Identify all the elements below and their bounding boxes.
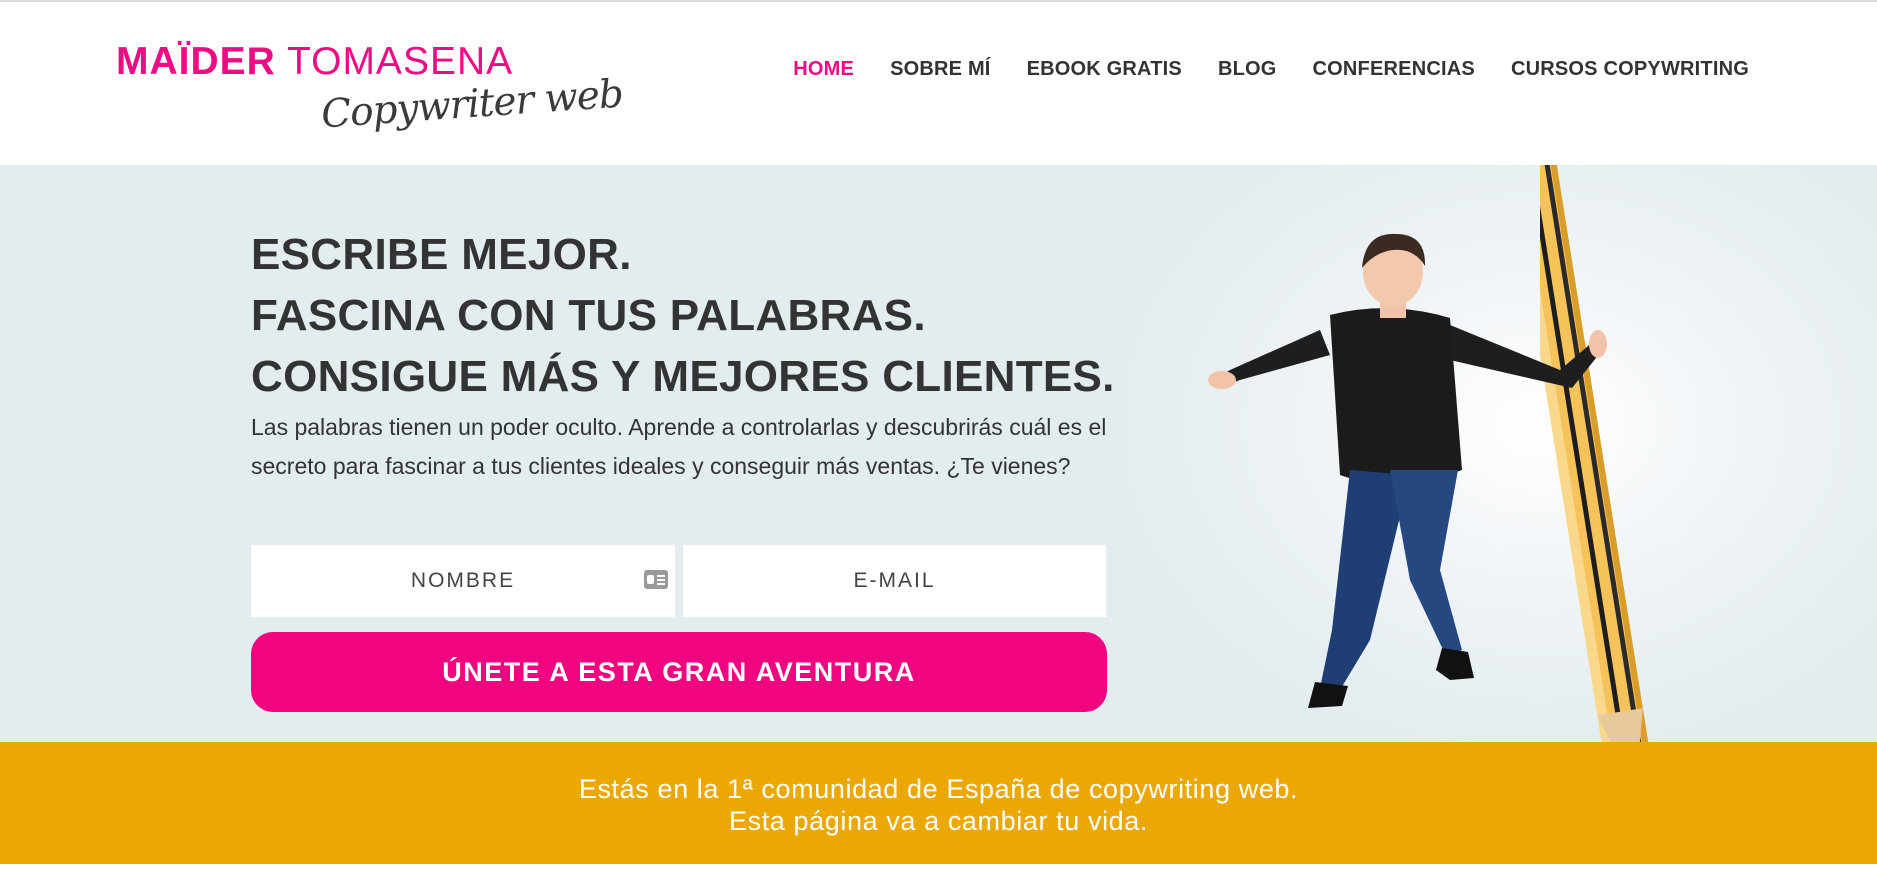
- site-logo[interactable]: MAÏDER TOMASENA Copywriter web: [116, 40, 624, 137]
- nav-conferencias[interactable]: CONFERENCIAS: [1295, 54, 1493, 84]
- nav-blog[interactable]: BLOG: [1200, 54, 1295, 84]
- hero-lead-text: Las palabras tienen un poder oculto. Apr…: [251, 414, 1107, 479]
- woman-photo: [1208, 233, 1607, 708]
- banner-line-2: Esta página va a cambiar tu vida.: [728, 806, 1149, 836]
- page-bottom-strip: [0, 864, 1877, 884]
- nav-ebook-gratis[interactable]: EBOOK GRATIS: [1009, 54, 1200, 84]
- main-nav: HOME SOBRE MÍ EBOOK GRATIS BLOG CONFEREN…: [775, 54, 1767, 84]
- hero-section: ESCRIBE MEJOR. FASCINA CON TUS PALABRAS.…: [0, 165, 1877, 742]
- headline-line-3: CONSIGUE MÁS Y MEJORES CLIENTES.: [251, 352, 1115, 401]
- name-input[interactable]: [251, 545, 675, 617]
- join-button[interactable]: ÚNETE A ESTA GRAN AVENTURA: [251, 632, 1107, 712]
- community-banner: Estás en la 1ª comunidad de España de co…: [0, 742, 1877, 864]
- id-card-icon: [644, 570, 668, 589]
- logo-name-bold: MAÏDER: [116, 40, 276, 83]
- email-input[interactable]: [683, 545, 1106, 617]
- headline-line-2: FASCINA CON TUS PALABRAS.: [251, 291, 926, 340]
- name-field-wrapper: [251, 545, 675, 617]
- logo-wordmark: MAÏDER TOMASENA: [116, 40, 513, 84]
- hero-headline: ESCRIBE MEJOR. FASCINA CON TUS PALABRAS.…: [251, 224, 1115, 407]
- banner-line-1: Estás en la 1ª comunidad de España de co…: [578, 774, 1299, 804]
- nav-home[interactable]: HOME: [775, 54, 872, 84]
- email-field-wrapper: [683, 545, 1106, 617]
- headline-line-1: ESCRIBE MEJOR.: [251, 230, 632, 279]
- logo-name-light: TOMASENA: [286, 40, 514, 83]
- site-header: MAÏDER TOMASENA Copywriter web HOME SOBR…: [0, 2, 1877, 165]
- nav-cursos-copywriting[interactable]: CURSOS COPYWRITING: [1493, 54, 1767, 84]
- nav-sobre-mi[interactable]: SOBRE MÍ: [872, 54, 1009, 84]
